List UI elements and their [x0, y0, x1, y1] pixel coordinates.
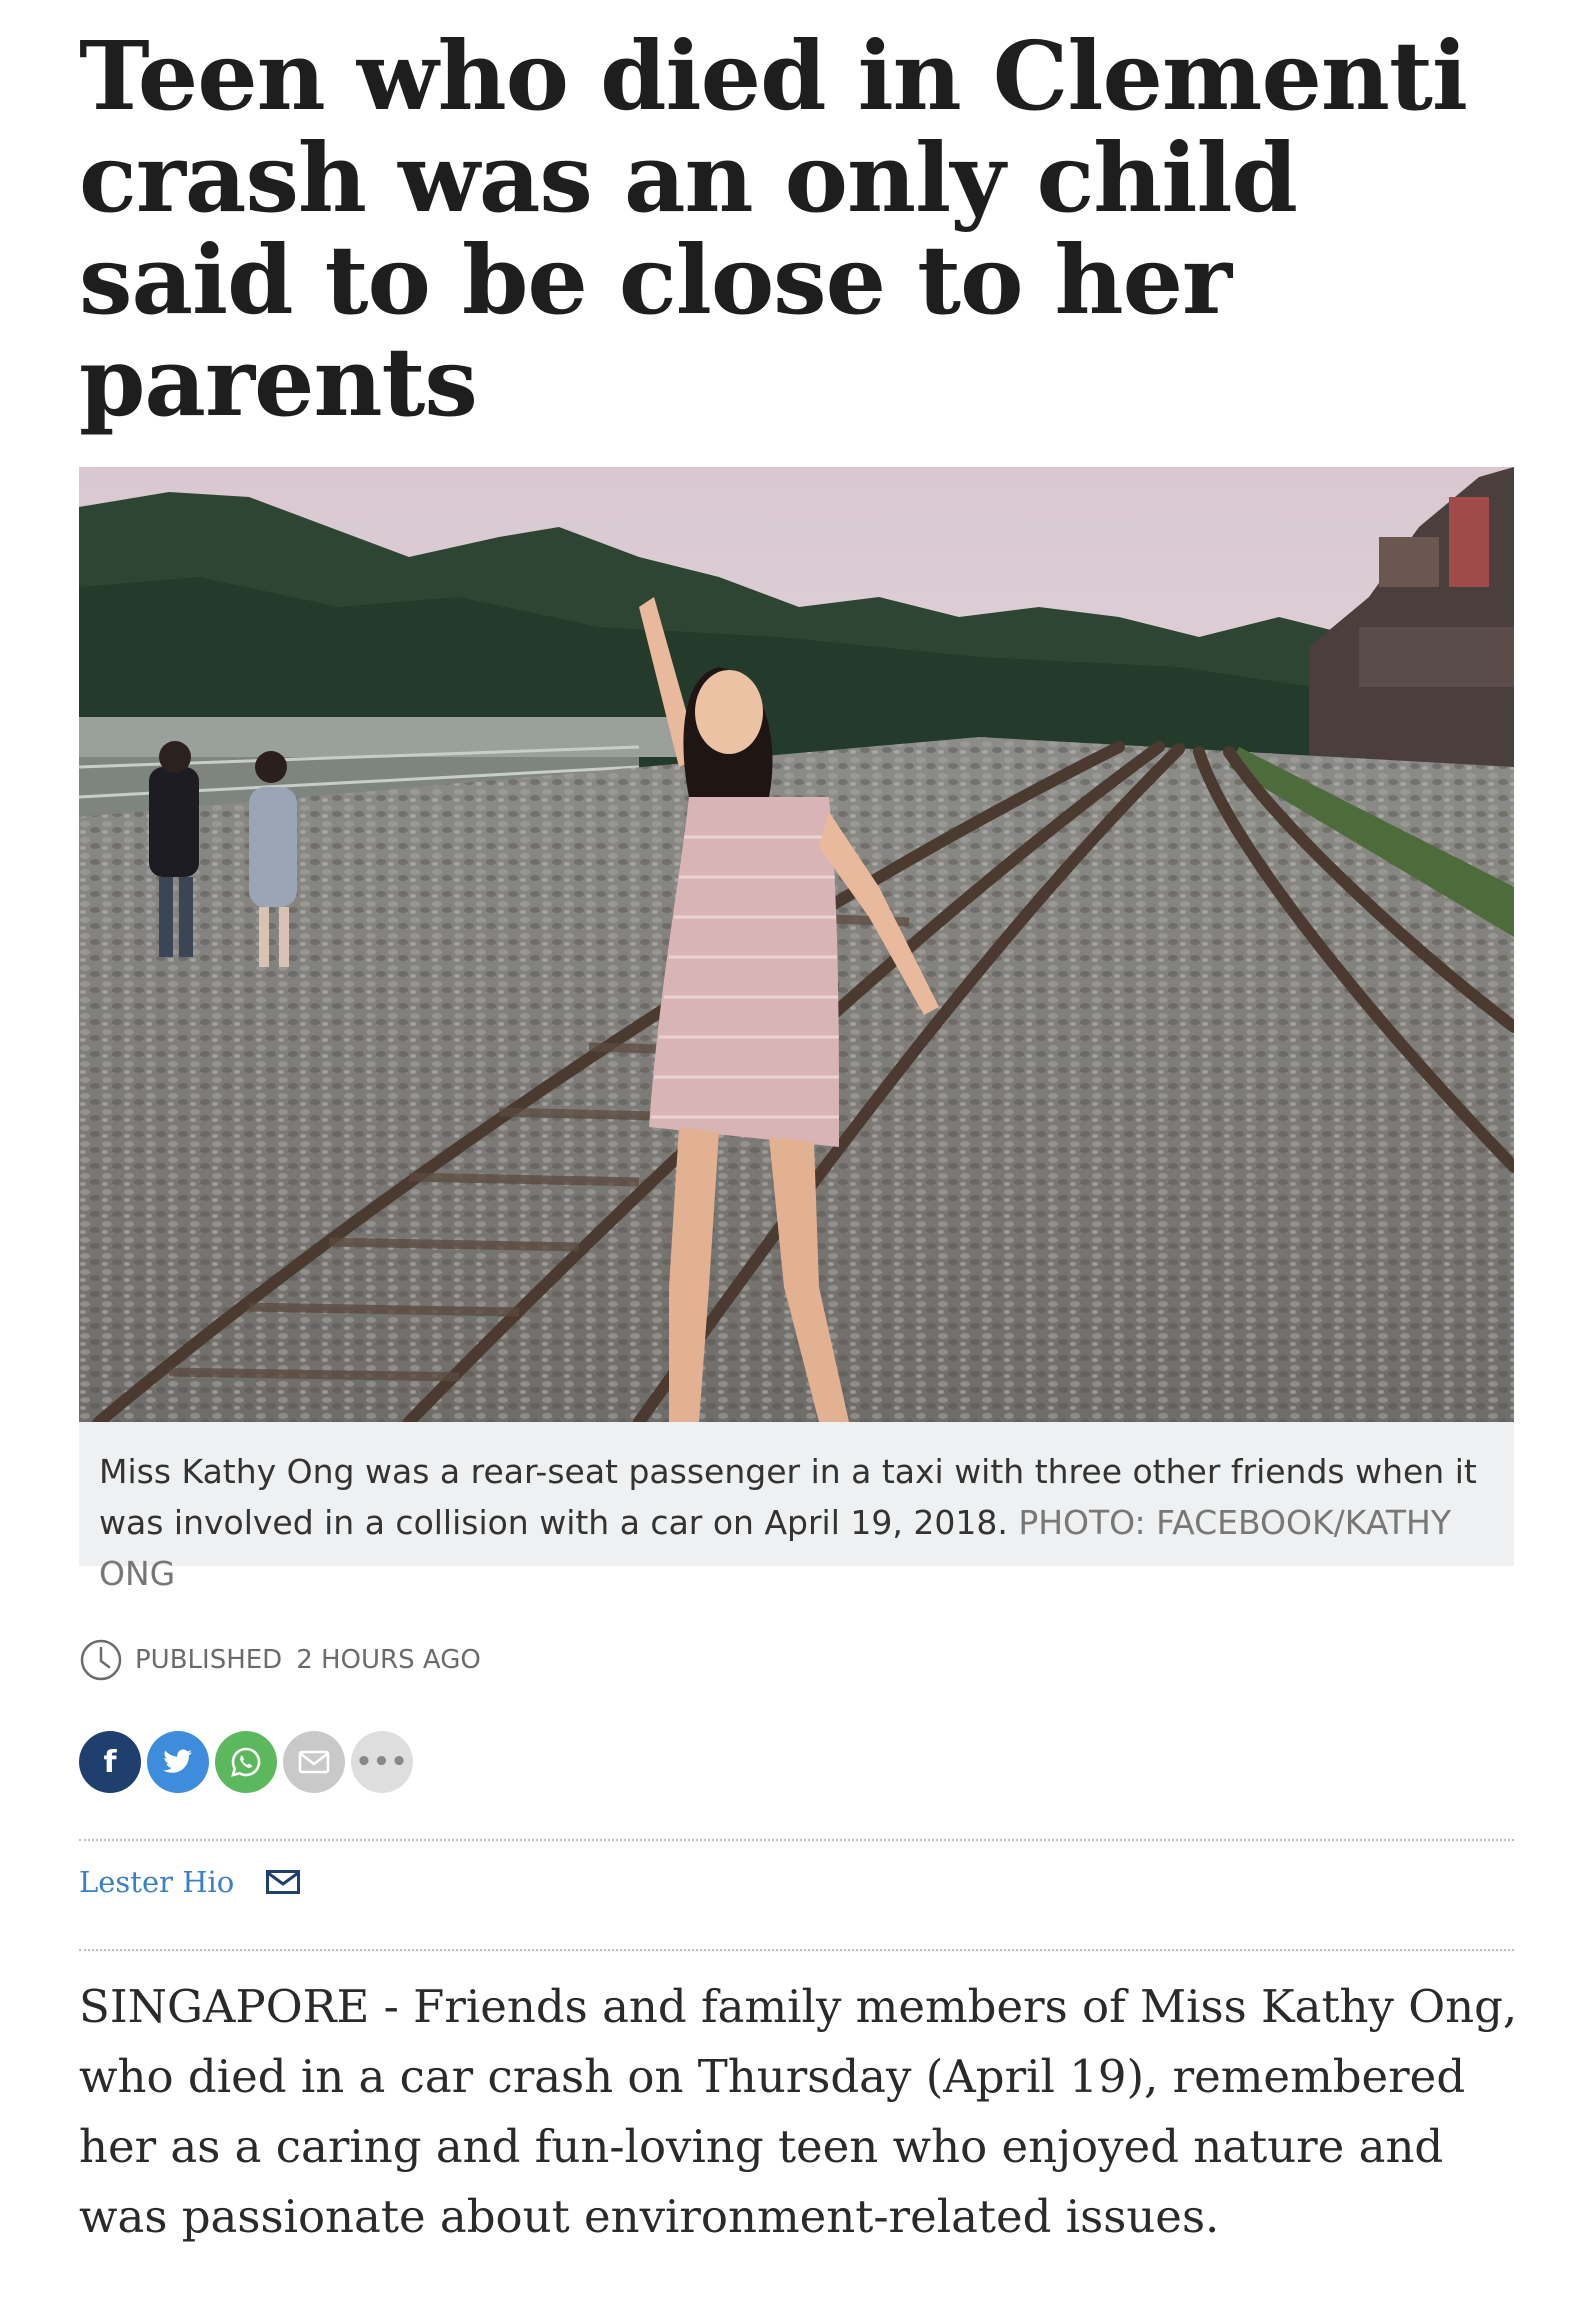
more-share-button[interactable]: ••• — [351, 1731, 413, 1793]
more-icon: ••• — [355, 1747, 409, 1777]
photo-railway-scene — [79, 467, 1514, 1422]
envelope-icon[interactable] — [266, 1870, 301, 1894]
whatsapp-icon — [231, 1747, 261, 1777]
published-label: PUBLISHED — [135, 1645, 283, 1675]
photo-caption: Miss Kathy Ong was a rear-seat passenger… — [79, 1422, 1514, 1593]
published-time: 2 HOURS AGO — [296, 1645, 481, 1675]
share-bar: f ••• — [79, 1731, 413, 1793]
twitter-icon — [163, 1749, 192, 1773]
byline-bottom-divider — [79, 1949, 1514, 1951]
article-photo[interactable] — [79, 467, 1514, 1422]
clock-icon — [80, 1639, 122, 1681]
email-icon — [298, 1750, 330, 1774]
twitter-share-button[interactable] — [147, 1731, 209, 1793]
facebook-icon: f — [103, 1744, 117, 1780]
byline: Lester Hio — [79, 1862, 301, 1902]
byline-top-divider — [79, 1839, 1514, 1841]
article-body-paragraph: SINGAPORE - Friends and family members o… — [79, 1980, 1518, 2243]
whatsapp-share-button[interactable] — [215, 1731, 277, 1793]
facebook-share-button[interactable]: f — [79, 1731, 141, 1793]
author-name-link[interactable]: Lester Hio — [79, 1865, 234, 1899]
article-headline: Teen who died in Clementi crash was an o… — [79, 21, 1468, 438]
email-share-button[interactable] — [283, 1731, 345, 1793]
published-timestamp: PUBLISHED 2 HOURS AGO — [79, 1637, 481, 1683]
